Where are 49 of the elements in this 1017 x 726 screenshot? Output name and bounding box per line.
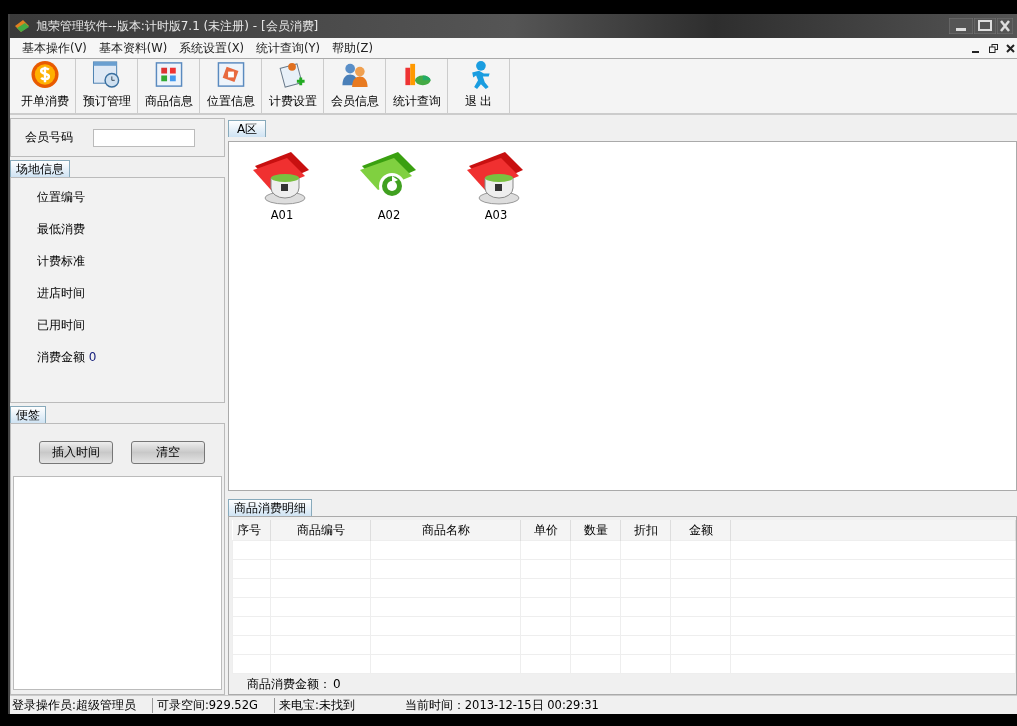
toolbar-button[interactable]: 计费设置 [262,59,324,113]
close-icon[interactable] [1006,43,1015,53]
menu-item[interactable]: 帮助(Z) [326,40,379,56]
toolbar-button[interactable]: 会员信息 [324,59,386,113]
seat-label: A01 [270,208,294,222]
info-field: 进店时间 [37,284,224,302]
action-button[interactable]: 清空 [131,441,205,464]
toolbar-button[interactable]: 商品信息 [138,59,200,113]
info-field: 位置编号 [37,188,224,206]
status-text: 可录空间:929.52G [151,697,274,713]
column-header: 商品编号 [270,520,371,541]
status-text: 来电宝:未找到 [273,697,371,713]
column-header: 数量 [570,520,621,541]
app-icon [14,18,30,34]
seat-label: A02 [377,208,401,222]
toolbar-button[interactable]: 统计查询 [386,59,448,113]
total-label: 商品消费金额： [247,675,331,693]
info-field: 已用时间 [37,316,224,334]
column-header: 商品名称 [370,520,521,541]
info-field: 计费标准 [37,252,224,270]
panel-tab[interactable]: 商品消费明细 [228,499,312,516]
calendar-clock-icon [91,60,122,89]
zone-tab[interactable]: A区 [228,120,267,137]
toolbar-button[interactable]: 预订管理 [76,59,138,113]
column-header: 折扣 [620,520,671,541]
status-text: 登录操作员:超级管理员 [12,697,137,713]
toolbar-button[interactable]: 退 出 [448,59,510,113]
menu-item[interactable]: 基本操作(V) [16,40,93,56]
menu-item[interactable]: 基本资料(W) [92,40,174,56]
member-number-field[interactable] [93,128,195,147]
menu-item[interactable]: 系统设置(X) [173,40,251,56]
column-header: 序号 [232,520,271,541]
total-value: 0 [333,677,341,691]
column-header: 单价 [520,520,571,541]
info-field: 消费金额 0 [37,348,224,366]
maximize-icon[interactable] [974,18,996,34]
member-number-label: 会员号码 [25,129,73,146]
menu-item[interactable]: 统计查询(Y) [250,40,327,56]
restore-icon[interactable] [989,43,998,53]
seat-label: A03 [484,208,508,222]
window-title: 旭荣管理软件--版本:计时版7.1 (未注册) - [会员消费] [36,17,319,35]
action-button[interactable]: 插入时间 [39,441,113,464]
status-text: 当前时间：2013-12-15日 00:29:31 [403,697,600,713]
panel-tab[interactable]: 便签 [10,406,46,423]
info-field: 最低消费 [37,220,224,238]
column-header: 金额 [670,520,731,541]
toolbar-button[interactable]: 位置信息 [200,59,262,113]
toolbar-button[interactable]: 开单消费 [14,59,76,113]
panel-tab[interactable]: 场地信息 [10,160,70,177]
